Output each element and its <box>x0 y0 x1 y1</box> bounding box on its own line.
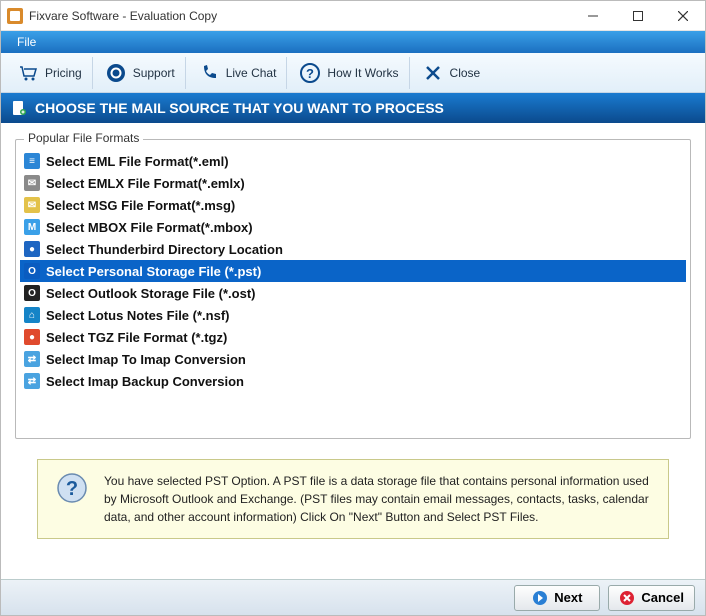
format-icon: ✉ <box>24 175 40 191</box>
toolbar-howitworks-label: How It Works <box>327 66 398 80</box>
document-plus-icon <box>11 100 27 116</box>
menu-file[interactable]: File <box>9 33 44 51</box>
toolbar-close-button[interactable]: Close <box>412 57 491 89</box>
toolbar-support-button[interactable]: Support <box>95 57 186 89</box>
format-item[interactable]: M Select MBOX File Format(*.mbox) <box>20 216 686 238</box>
format-icon: ● <box>24 241 40 257</box>
format-label: Select MBOX File Format(*.mbox) <box>46 220 253 235</box>
toolbar-pricing-label: Pricing <box>45 66 82 80</box>
format-item[interactable]: ✉ Select EMLX File Format(*.emlx) <box>20 172 686 194</box>
info-question-icon: ? <box>56 472 88 504</box>
format-item[interactable]: O Select Personal Storage File (*.pst) <box>20 260 686 282</box>
cancel-button[interactable]: Cancel <box>608 585 695 611</box>
arrow-right-icon <box>532 590 548 606</box>
toolbar-support-label: Support <box>133 66 175 80</box>
format-label: Select EMLX File Format(*.emlx) <box>46 176 245 191</box>
format-label: Select Lotus Notes File (*.nsf) <box>46 308 229 323</box>
format-label: Select Outlook Storage File (*.ost) <box>46 286 255 301</box>
banner-text: CHOOSE THE MAIL SOURCE THAT YOU WANT TO … <box>35 100 444 116</box>
cancel-label: Cancel <box>641 590 684 605</box>
formats-list: ≡ Select EML File Format(*.eml) ✉ Select EM… <box>20 150 686 392</box>
toolbar-livechat-label: Live Chat <box>226 66 277 80</box>
format-label: Select Imap Backup Conversion <box>46 374 244 389</box>
format-icon: O <box>24 285 40 301</box>
cancel-icon <box>619 590 635 606</box>
title-bar: Fixvare Software - Evaluation Copy <box>1 1 705 31</box>
format-item[interactable]: ≡ Select EML File Format(*.eml) <box>20 150 686 172</box>
headset-icon <box>105 62 127 84</box>
format-label: Select MSG File Format(*.msg) <box>46 198 235 213</box>
format-icon: ⌂ <box>24 307 40 323</box>
window-controls <box>570 1 705 30</box>
toolbar-livechat-button[interactable]: Live Chat <box>188 57 288 89</box>
app-icon <box>7 8 23 24</box>
phone-icon <box>198 62 220 84</box>
format-icon: ≡ <box>24 153 40 169</box>
format-item[interactable]: ✉ Select MSG File Format(*.msg) <box>20 194 686 216</box>
format-icon: ● <box>24 329 40 345</box>
svg-text:?: ? <box>66 478 78 500</box>
toolbar-howitworks-button[interactable]: ? How It Works <box>289 57 409 89</box>
maximize-button[interactable] <box>615 1 660 30</box>
format-icon: M <box>24 219 40 235</box>
footer-bar: Next Cancel <box>1 579 705 615</box>
format-label: Select Personal Storage File (*.pst) <box>46 264 261 279</box>
format-icon: ✉ <box>24 197 40 213</box>
info-panel: ? You have selected PST Option. A PST fi… <box>37 459 669 539</box>
groupbox-legend: Popular File Formats <box>24 131 143 145</box>
close-icon <box>422 62 444 84</box>
format-item[interactable]: ⇄ Select Imap To Imap Conversion <box>20 348 686 370</box>
formats-groupbox: Popular File Formats ≡Select EML File Fo… <box>15 139 691 439</box>
close-window-button[interactable] <box>660 1 705 30</box>
format-item[interactable]: O Select Outlook Storage File (*.ost) <box>20 282 686 304</box>
format-label: Select EML File Format(*.eml) <box>46 154 229 169</box>
format-item[interactable]: ● Select Thunderbird Directory Location <box>20 238 686 260</box>
toolbar-pricing-button[interactable]: Pricing <box>7 57 93 89</box>
next-button[interactable]: Next <box>514 585 600 611</box>
format-icon: ⇄ <box>24 373 40 389</box>
format-item[interactable]: ⇄ Select Imap Backup Conversion <box>20 370 686 392</box>
question-icon: ? <box>299 62 321 84</box>
window-title: Fixvare Software - Evaluation Copy <box>29 9 570 23</box>
format-icon: ⇄ <box>24 351 40 367</box>
format-icon: O <box>24 263 40 279</box>
next-label: Next <box>554 590 582 605</box>
format-label: Select Imap To Imap Conversion <box>46 352 246 367</box>
info-text: You have selected PST Option. A PST file… <box>104 472 650 526</box>
page-banner: CHOOSE THE MAIL SOURCE THAT YOU WANT TO … <box>1 93 705 123</box>
format-item[interactable]: ⌂ Select Lotus Notes File (*.nsf) <box>20 304 686 326</box>
format-label: Select TGZ File Format (*.tgz) <box>46 330 227 345</box>
cart-icon <box>17 62 39 84</box>
format-label: Select Thunderbird Directory Location <box>46 242 283 257</box>
content-area: Popular File Formats ≡ Select EML File Fo… <box>1 123 705 447</box>
toolbar: Pricing Support Live Chat ? How It Works… <box>1 53 705 93</box>
menu-bar: File <box>1 31 705 53</box>
minimize-button[interactable] <box>570 1 615 30</box>
svg-text:?: ? <box>306 66 314 81</box>
format-item[interactable]: ● Select TGZ File Format (*.tgz) <box>20 326 686 348</box>
toolbar-close-label: Close <box>450 66 481 80</box>
